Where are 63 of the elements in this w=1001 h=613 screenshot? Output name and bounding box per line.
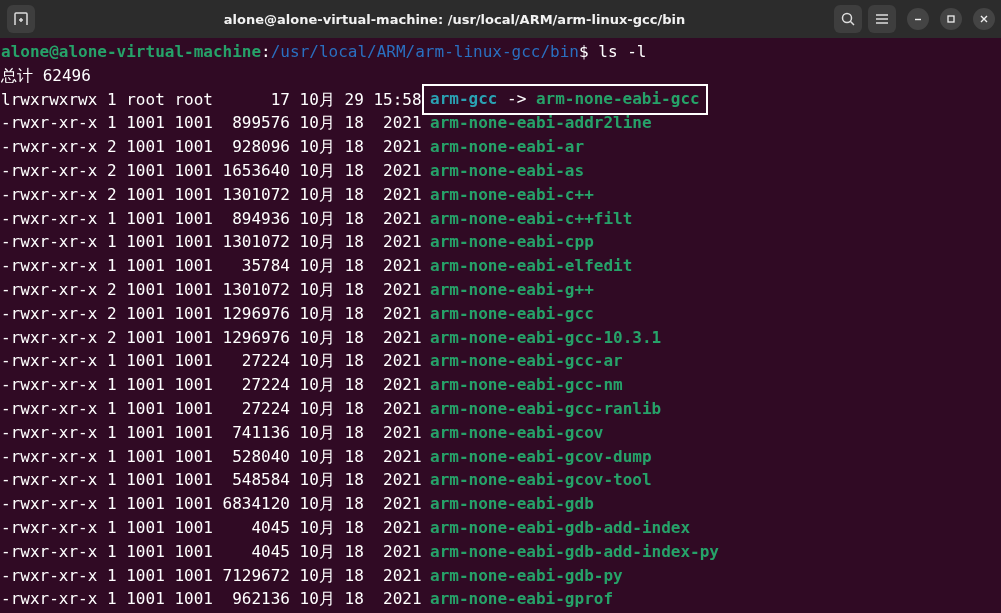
file-name: arm-none-eabi-gdb bbox=[430, 493, 594, 516]
file-details: -rwxr-xr-x 1 1001 1001 741136 10月 18 2021 bbox=[1, 421, 423, 444]
close-icon bbox=[979, 14, 989, 24]
file-name: arm-none-eabi-gcc-ranlib bbox=[430, 397, 662, 420]
new-tab-icon bbox=[13, 11, 29, 27]
file-name: arm-none-eabi-gcc-ar bbox=[430, 350, 623, 373]
window-title: alone@alone-virtual-machine: /usr/local/ARM/arm-linux-gcc/bin bbox=[222, 11, 687, 27]
arrow-text: -> bbox=[507, 88, 527, 111]
file-details: -rwxr-xr-x 2 1001 1001 1296976 10月 18 2021 bbox=[1, 302, 423, 325]
file-name: arm-none-eabi-ar bbox=[430, 136, 585, 159]
file-name: arm-none-eabi-g++ bbox=[430, 278, 594, 301]
file-name: arm-none-eabi-gprof bbox=[430, 588, 614, 611]
file-details: -rwxr-xr-x 2 1001 1001 1296976 10月 18 2021 bbox=[1, 326, 423, 349]
file-details: -rwxr-xr-x 1 1001 1001 962136 10月 18 2021 bbox=[1, 588, 423, 611]
menu-button[interactable] bbox=[868, 5, 896, 33]
file-details: -rwxr-xr-x 1 1001 1001 27224 10月 18 2021 bbox=[1, 374, 423, 397]
file-name: arm-none-eabi-gcc-10.3.1 bbox=[430, 326, 662, 349]
file-details: -rwxr-xr-x 1 1001 1001 27224 10月 18 2021 bbox=[1, 397, 423, 420]
file-name: arm-none-eabi-gcc-nm bbox=[430, 374, 623, 397]
file-details: -rwxr-xr-x 1 1001 1001 35784 10月 18 2021 bbox=[1, 255, 423, 278]
file-name: arm-none-eabi-gcov-tool bbox=[430, 469, 652, 492]
file-details: lrwxrwxrwx 1 root root 17 10月 29 15:58 bbox=[1, 88, 423, 111]
file-name: arm-none-eabi-gcc bbox=[430, 302, 594, 325]
file-details: -rwxr-xr-x 1 1001 1001 899576 10月 18 2021 bbox=[1, 112, 423, 135]
prompt-user-host: alone@alone-virtual-machine bbox=[1, 41, 262, 63]
file-name: arm-none-eabi-gdb-py bbox=[430, 564, 623, 587]
link-target: arm-none-eabi-gcc bbox=[535, 88, 700, 111]
file-details: -rwxr-xr-x 2 1001 1001 1301072 10月 18 2021 bbox=[1, 278, 423, 301]
file-name: arm-none-eabi-gdb-add-index bbox=[430, 516, 691, 539]
file-details: -rwxr-xr-x 1 1001 1001 6834120 10月 18 2021 bbox=[1, 493, 423, 516]
file-name: arm-none-eabi-gdb-add-index-py bbox=[430, 540, 719, 563]
total-line: 总计 62496 bbox=[1, 64, 91, 87]
search-icon bbox=[840, 11, 856, 27]
file-details: -rwxr-xr-x 2 1001 1001 1653640 10月 18 2021 bbox=[1, 160, 423, 182]
maximize-icon bbox=[946, 14, 956, 24]
file-name: arm-none-eabi-gcov bbox=[430, 421, 604, 444]
file-details: -rwxr-xr-x 2 1001 1001 1301072 10月 18 2021 bbox=[1, 183, 423, 206]
file-details: -rwxr-xr-x 1 1001 1001 548584 10月 18 2021 bbox=[1, 469, 423, 492]
file-details: -rwxr-xr-x 1 1001 1001 1301072 10月 18 2021 bbox=[1, 231, 423, 254]
file-name: arm-none-eabi-c++filt bbox=[430, 207, 633, 230]
file-details: -rwxr-xr-x 1 1001 1001 27224 10月 18 2021 bbox=[1, 350, 423, 373]
maximize-button[interactable] bbox=[940, 8, 962, 30]
file-details: -rwxr-xr-x 1 1001 1001 4045 10月 18 2021 bbox=[1, 516, 423, 539]
file-details: -rwxr-xr-x 1 1001 1001 894936 10月 18 2021 bbox=[1, 207, 423, 230]
prompt-path: /usr/local/ARM/arm-linux-gcc/bin bbox=[270, 41, 579, 63]
symlink-name: arm-gcc bbox=[430, 88, 498, 111]
file-name: arm-none-eabi-addr2line bbox=[430, 112, 652, 135]
command-text: $ ls -l bbox=[579, 41, 647, 63]
file-name: arm-none-eabi-cpp bbox=[430, 231, 594, 254]
file-name: arm-none-eabi-elfedit bbox=[430, 255, 633, 278]
close-button[interactable] bbox=[973, 8, 995, 30]
file-name: arm-none-eabi-as bbox=[430, 160, 585, 182]
new-tab-button[interactable] bbox=[7, 5, 35, 33]
file-details: -rwxr-xr-x 1 1001 1001 4045 10月 18 2021 bbox=[1, 540, 423, 563]
file-details: -rwxr-xr-x 1 1001 1001 7129672 10月 18 2021 bbox=[1, 564, 423, 587]
file-details: -rwxr-xr-x 1 1001 1001 528040 10月 18 2021 bbox=[1, 445, 423, 468]
file-name: arm-none-eabi-c++ bbox=[430, 183, 594, 206]
file-name: arm-none-eabi-gcov-dump bbox=[430, 445, 652, 468]
menu-icon bbox=[875, 13, 889, 25]
prompt-separator: : bbox=[261, 41, 271, 63]
minimize-button[interactable] bbox=[907, 8, 929, 30]
file-details: -rwxr-xr-x 2 1001 1001 928096 10月 18 2021 bbox=[1, 136, 423, 159]
search-button[interactable] bbox=[834, 5, 862, 33]
